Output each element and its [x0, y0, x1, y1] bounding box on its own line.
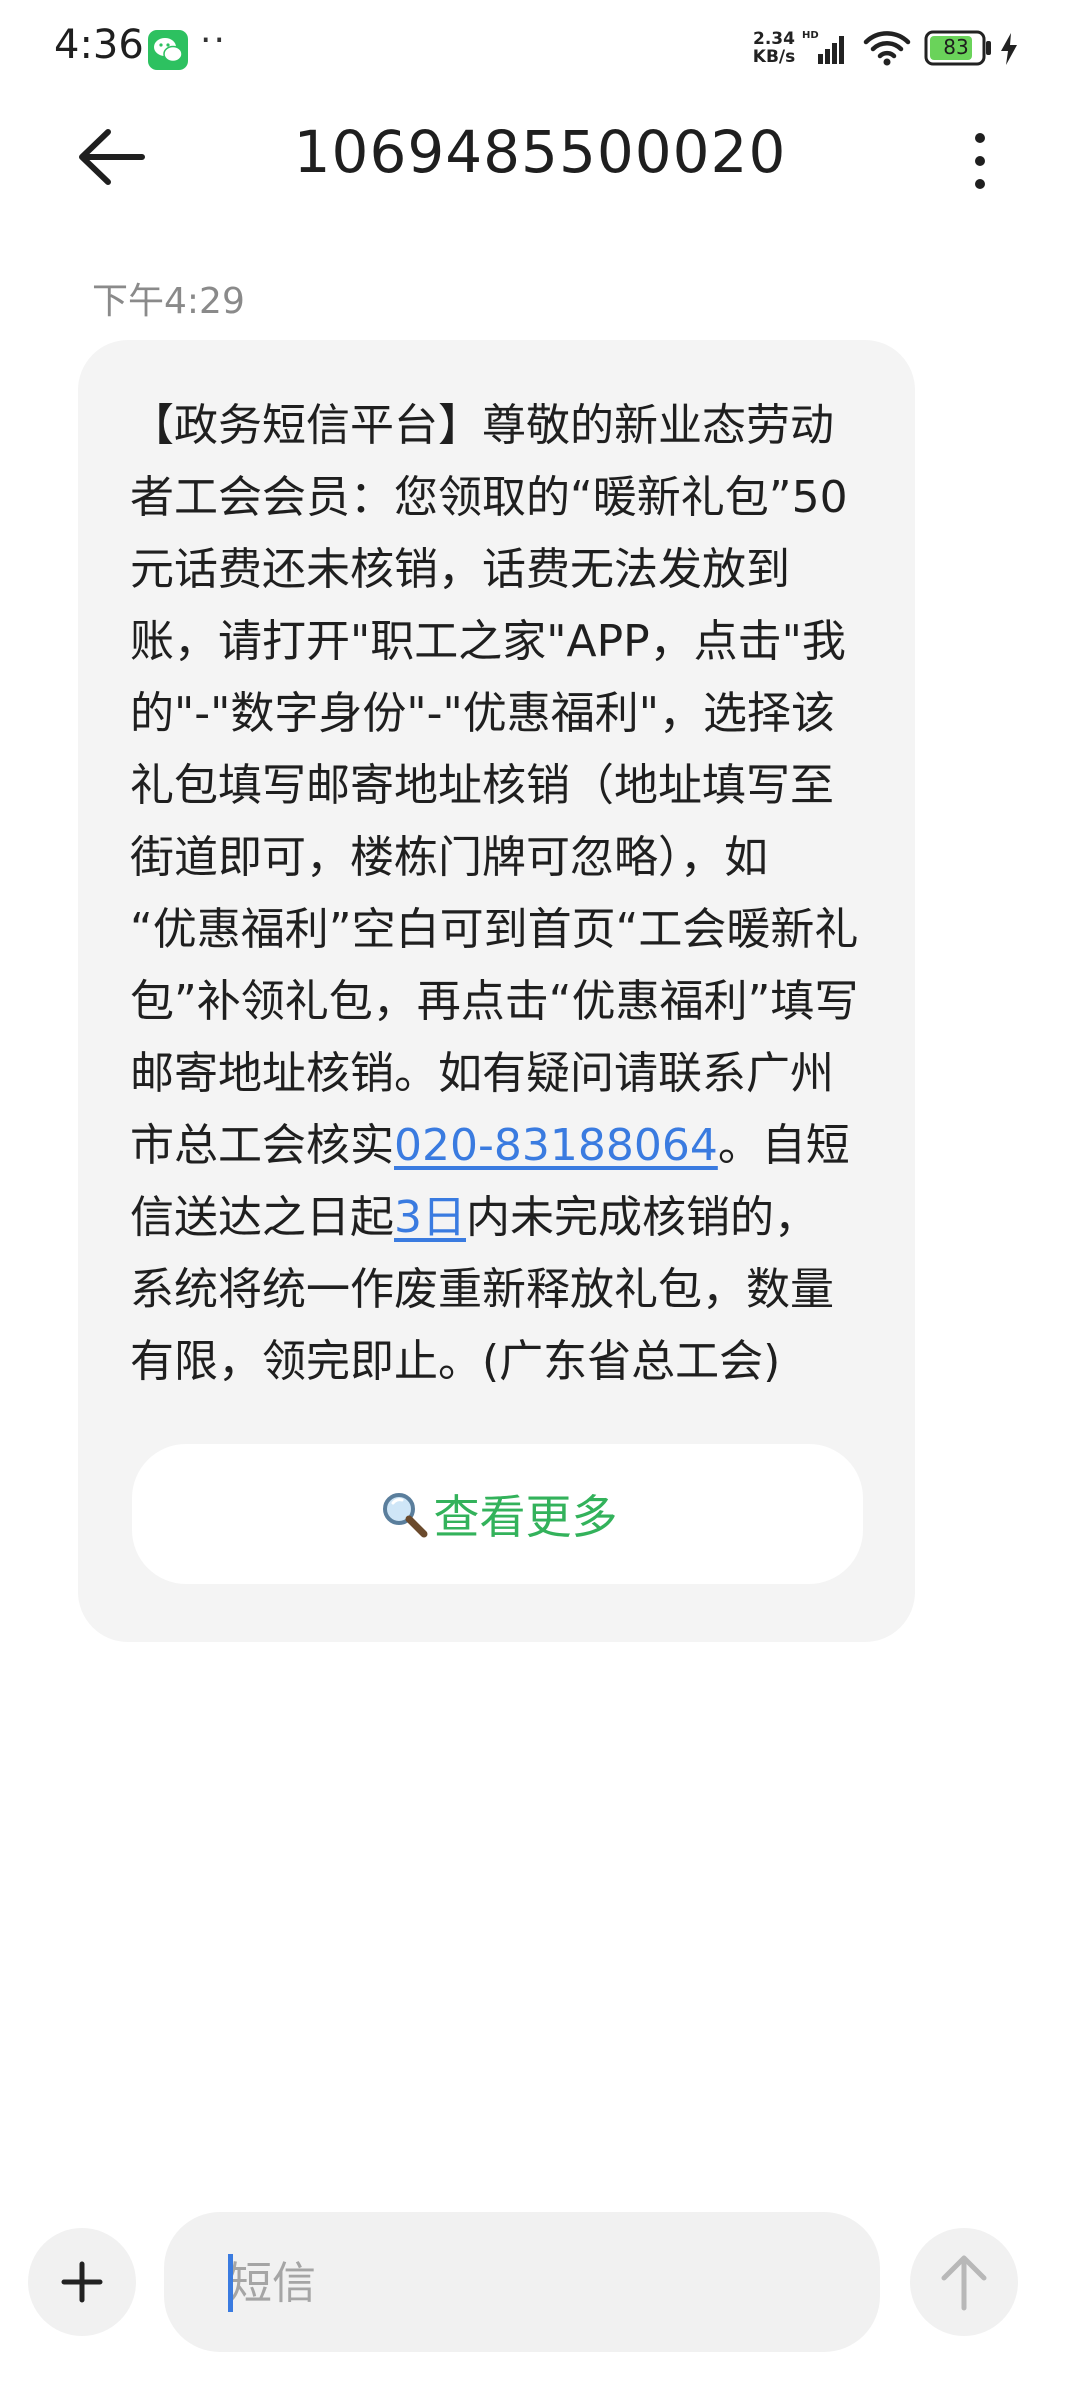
more-vertical-icon	[975, 133, 985, 189]
magnifier-icon	[382, 1493, 427, 1538]
message-line: 者工会会员：您领取的“暖新礼包”50	[130, 472, 848, 523]
message-line: 元话费还未核销，话费无法发放到	[130, 544, 790, 595]
message-line: “优惠福利”空白可到首页“工会暖新礼	[130, 904, 859, 955]
text-cursor	[228, 2254, 233, 2312]
network-speed-unit: KB/s	[752, 47, 796, 67]
message-line: 的"-"数字身份"-"优惠福利"，选择该	[130, 688, 835, 739]
message-text-segment: 。自短	[717, 1120, 850, 1171]
message-line: 系统将统一作废重新释放礼包，数量	[130, 1264, 834, 1315]
message-text-segment: 市总工会核实	[130, 1120, 394, 1171]
view-more-button[interactable]: 查看更多	[132, 1444, 863, 1584]
battery-level: 83	[943, 35, 969, 59]
message-line: 礼包填写邮寄地址核销（地址填写至	[130, 760, 834, 811]
sms-input[interactable]	[226, 2245, 850, 2321]
arrow-up-icon	[941, 2255, 987, 2311]
message-line: 有限，领完即止。(广东省总工会)	[130, 1336, 781, 1387]
message-line: 邮寄地址核销。如有疑问请联系广州	[130, 1048, 834, 1099]
status-bar: 4:36 ·· 2.34 KB/s HD 83	[0, 0, 1080, 100]
message-line: 市总工会核实020-83188064。自短	[130, 1110, 860, 1182]
plus-icon	[61, 2261, 103, 2303]
message-line: 信送达之日起3日内未完成核销的，	[130, 1182, 860, 1254]
message-text-segment: 内未完成核销的，	[466, 1192, 818, 1243]
status-more-dots: ··	[200, 20, 227, 61]
send-button[interactable]	[910, 2228, 1018, 2336]
wechat-icon	[148, 30, 188, 70]
view-more-label: 查看更多	[433, 1490, 618, 1544]
network-speed: 2.34 KB/s	[748, 30, 800, 66]
message-line: 包”补领礼包，再点击“优惠福利”填写	[130, 976, 859, 1027]
network-type-label: HD	[802, 30, 819, 41]
attach-button[interactable]	[28, 2228, 136, 2336]
message-timestamp: 下午4:29	[92, 281, 245, 322]
message-line: 账，请打开"职工之家"APP，点击"我	[130, 616, 846, 667]
back-button[interactable]	[72, 122, 152, 192]
message-body: 【政务短信平台】尊敬的新业态劳动 者工会会员：您领取的“暖新礼包”50 元话费还…	[130, 390, 860, 1398]
wifi-icon	[863, 31, 911, 66]
message-line: 【政务短信平台】尊敬的新业态劳动	[130, 400, 834, 451]
charging-bolt-icon	[1001, 33, 1017, 65]
phone-number-link[interactable]: 020-83188064	[394, 1120, 718, 1171]
more-options-button[interactable]	[960, 126, 1000, 196]
network-speed-value: 2.34	[753, 29, 795, 49]
back-arrow-icon	[79, 129, 145, 185]
date-link[interactable]: 3日	[394, 1192, 466, 1243]
message-line: 街道即可，楼栋门牌可忽略），如	[130, 832, 768, 883]
message-text-segment: 信送达之日起	[130, 1192, 394, 1243]
status-time: 4:36	[54, 22, 144, 68]
conversation-title: 1069485500020	[293, 118, 787, 186]
signal-icon: HD	[802, 30, 844, 64]
